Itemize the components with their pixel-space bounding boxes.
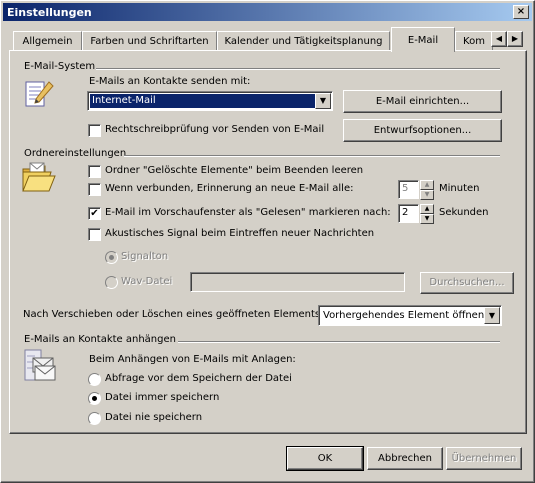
tab-scroll-left-button[interactable]: ◀ bbox=[491, 31, 507, 47]
mark-read-label: E-Mail im Vorschaufenster als "Gelesen" … bbox=[105, 207, 391, 218]
attach-ask-label: Abfrage vor dem Speichern der Datei bbox=[105, 373, 292, 384]
wav-label: Wav-Datei bbox=[121, 276, 173, 287]
divider bbox=[124, 155, 500, 157]
tab-scroll-right-button[interactable]: ▶ bbox=[507, 31, 523, 47]
attach-never-radio[interactable] bbox=[88, 412, 101, 425]
tab-kom[interactable]: Kom bbox=[455, 31, 493, 51]
tab-label: Kom bbox=[463, 36, 485, 47]
divider bbox=[178, 341, 500, 343]
spellcheck-checkbox[interactable] bbox=[88, 124, 101, 137]
mark-read-checkbox[interactable]: ✔ bbox=[88, 207, 101, 220]
reminder-interval-input[interactable]: 5 bbox=[398, 180, 419, 199]
signal-label: Signalton bbox=[121, 251, 169, 262]
attach-never-label: Datei nie speichern bbox=[105, 412, 203, 423]
mark-read-delay-spinner[interactable]: ▲ ▼ bbox=[420, 204, 434, 224]
after-move-dropdown[interactable]: Vorhergehendes Element öffnen ▼ bbox=[318, 305, 502, 326]
chevron-right-icon: ▶ bbox=[511, 34, 519, 43]
button-label: Entwurfsoptionen... bbox=[373, 125, 472, 136]
chevron-left-icon: ◀ bbox=[495, 34, 503, 43]
tab-email[interactable]: E-Mail bbox=[391, 27, 455, 52]
window-title: Einstellungen bbox=[7, 6, 92, 19]
ok-button[interactable]: OK bbox=[286, 446, 364, 471]
send-with-value: Internet-Mail bbox=[92, 95, 156, 106]
sound-checkbox[interactable] bbox=[88, 228, 101, 241]
tab-label: Allgemein bbox=[22, 36, 73, 47]
mark-read-delay-input[interactable]: 2 bbox=[398, 204, 419, 223]
attach-prompt: Beim Anhängen von E-Mails mit Anlagen: bbox=[89, 354, 296, 365]
send-with-dropdown[interactable]: Internet-Mail ▼ bbox=[87, 91, 333, 111]
reminder-label: Wenn verbunden, Erinnerung an neue E-Mai… bbox=[105, 183, 354, 194]
section-heading-email-system: E-Mail-System bbox=[24, 61, 96, 72]
chevron-down-icon[interactable]: ▼ bbox=[315, 93, 331, 109]
section-heading-folder-settings: Ordnereinstellungen bbox=[24, 148, 127, 159]
chevron-down-icon[interactable]: ▼ bbox=[484, 307, 500, 324]
spin-up-icon[interactable]: ▲ bbox=[420, 204, 434, 214]
spin-up-icon[interactable]: ▲ bbox=[420, 180, 434, 190]
button-label: E-Mail einrichten... bbox=[375, 96, 470, 107]
spin-down-icon[interactable]: ▼ bbox=[420, 214, 434, 224]
reminder-interval-spinner[interactable]: ▲ ▼ bbox=[420, 180, 434, 200]
cancel-button[interactable]: Abbrechen bbox=[367, 447, 443, 470]
apply-button[interactable]: Übernehmen bbox=[446, 447, 522, 470]
email-setup-button[interactable]: E-Mail einrichten... bbox=[343, 90, 502, 113]
reminder-checkbox[interactable] bbox=[88, 183, 101, 196]
after-move-label: Nach Verschieben oder Löschen eines geöf… bbox=[23, 309, 324, 320]
empty-deleted-checkbox[interactable] bbox=[88, 165, 101, 178]
pen-paper-icon bbox=[25, 81, 54, 107]
button-label: Übernehmen bbox=[451, 453, 517, 464]
tab-label: Kalender und Tätigkeitsplanung bbox=[224, 36, 383, 47]
button-label: OK bbox=[317, 453, 333, 464]
envelope-stack-icon bbox=[24, 349, 56, 381]
divider bbox=[96, 68, 500, 70]
tab-farben[interactable]: Farben und Schriftarten bbox=[82, 31, 217, 51]
reminder-unit: Minuten bbox=[439, 183, 480, 194]
tab-allgemein[interactable]: Allgemein bbox=[13, 31, 82, 51]
spellcheck-label: Rechtschreibprüfung vor Senden von E-Mai… bbox=[105, 124, 325, 135]
open-folder-icon bbox=[22, 162, 56, 192]
after-move-value: Vorhergehendes Element öffnen bbox=[323, 310, 485, 321]
title-bar[interactable]: Einstellungen × bbox=[3, 3, 532, 21]
attach-ask-radio[interactable] bbox=[88, 373, 101, 386]
radio-dot bbox=[109, 255, 114, 260]
signal-radio[interactable] bbox=[105, 251, 118, 264]
mark-read-delay-value: 2 bbox=[402, 207, 409, 218]
tab-label: E-Mail bbox=[407, 35, 439, 46]
wav-file-input[interactable] bbox=[190, 272, 405, 292]
close-button[interactable]: × bbox=[513, 5, 529, 19]
tab-label: Farben und Schriftarten bbox=[90, 36, 209, 47]
radio-dot bbox=[92, 396, 97, 401]
empty-deleted-label: Ordner "Gelöschte Elemente" beim Beenden… bbox=[105, 165, 364, 176]
section-heading-attach: E-Mails an Kontakte anhängen bbox=[24, 334, 176, 345]
spin-down-icon[interactable]: ▼ bbox=[420, 190, 434, 200]
send-with-label: E-Mails an Kontakte senden mit: bbox=[89, 76, 251, 87]
attach-always-label: Datei immer speichern bbox=[105, 392, 220, 403]
reminder-interval-value: 5 bbox=[402, 183, 409, 194]
wav-radio[interactable] bbox=[105, 276, 118, 289]
draft-options-button[interactable]: Entwurfsoptionen... bbox=[343, 119, 502, 142]
browse-button[interactable]: Durchsuchen... bbox=[420, 272, 514, 294]
button-label: Abbrechen bbox=[378, 453, 432, 464]
mark-read-unit: Sekunden bbox=[439, 207, 489, 218]
tab-kalender[interactable]: Kalender und Tätigkeitsplanung bbox=[217, 31, 390, 51]
attach-always-radio[interactable] bbox=[88, 392, 101, 405]
button-label: Durchsuchen... bbox=[429, 277, 505, 288]
check-icon: ✔ bbox=[90, 208, 99, 219]
sound-label: Akustisches Signal beim Eintreffen neuer… bbox=[105, 228, 375, 239]
